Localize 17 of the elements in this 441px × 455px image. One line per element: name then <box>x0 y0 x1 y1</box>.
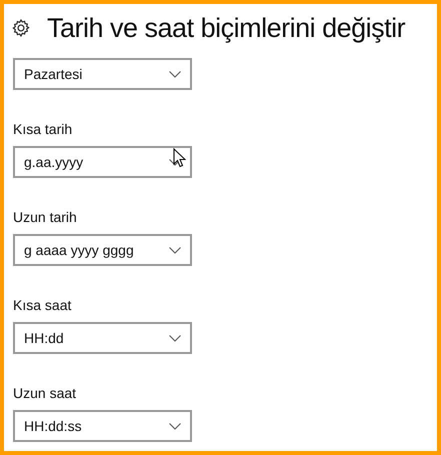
format-dropdown[interactable]: g.aa.yyyy <box>13 146 192 178</box>
field-label: Uzun saat <box>13 384 78 402</box>
format-dropdown[interactable]: g aaaa yyyy gggg <box>13 234 192 266</box>
chevron-down-icon <box>169 70 181 78</box>
field-label: Uzun tarih <box>13 208 78 226</box>
chevron-down-icon <box>169 246 181 254</box>
chevron-down-icon <box>169 158 181 166</box>
mouse-cursor-icon <box>173 148 186 168</box>
field-label: Kısa tarih <box>13 120 74 138</box>
page-title: Tarih ve saat biçimlerini değiştir <box>47 14 406 42</box>
format-dropdown[interactable]: HH:dd:ss <box>13 410 192 442</box>
format-dropdown[interactable]: Pazartesi <box>13 58 192 90</box>
chevron-down-icon <box>169 422 181 430</box>
format-dropdown[interactable]: HH:dd <box>13 322 192 354</box>
chevron-down-icon <box>169 334 181 342</box>
settings-icon <box>11 18 31 38</box>
field-label: Kısa saat <box>13 296 72 314</box>
